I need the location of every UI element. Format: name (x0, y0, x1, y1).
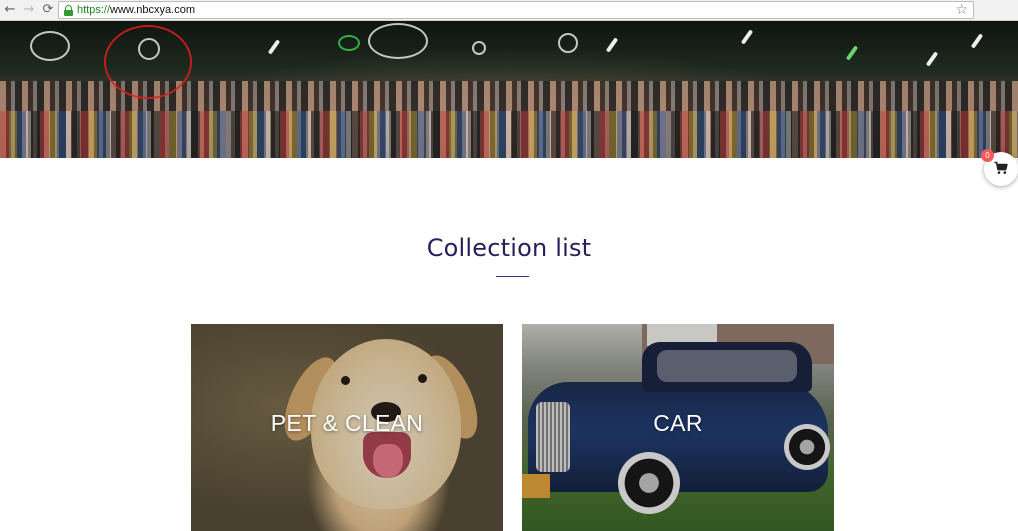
url-scheme: https:// (77, 4, 111, 16)
hero-banner-image (0, 21, 1018, 158)
hero-juggling-club (970, 33, 984, 49)
section-title: Collection list (426, 234, 592, 262)
forward-arrow-icon[interactable]: → (21, 2, 37, 18)
hero-hoop (338, 35, 360, 51)
hero-juggling-club (925, 51, 939, 67)
browser-toolbar: ← → ⟳ https://www.nbcxya.com ☆ (0, 0, 1018, 21)
hero-hoop (368, 23, 428, 59)
hero-hoop (472, 41, 486, 55)
collection-card-pet-clean[interactable]: PET & CLEAN (191, 324, 503, 531)
cart-button[interactable]: 0 (981, 149, 1018, 186)
shopping-cart-icon (994, 161, 1008, 174)
hero-hoop (138, 38, 160, 60)
title-divider (496, 276, 529, 277)
hero-hoop (558, 33, 578, 53)
lock-icon (64, 5, 73, 16)
hero-crowd-front (0, 111, 1018, 158)
address-bar[interactable]: https://www.nbcxya.com ☆ (58, 1, 974, 19)
url-text[interactable]: https://www.nbcxya.com (77, 3, 195, 17)
reload-icon[interactable]: ⟳ (40, 2, 56, 18)
hero-hoop (104, 25, 192, 99)
hero-juggling-club (845, 45, 859, 61)
hero-hoop (30, 31, 70, 61)
hero-juggling-club (740, 29, 754, 45)
collection-card-car[interactable]: CAR (522, 324, 834, 531)
url-host: www.nbcxya.com (110, 4, 196, 16)
collection-label: PET & CLEAN (270, 410, 424, 436)
collection-label: CAR (653, 410, 703, 436)
hero-juggling-club (267, 39, 281, 55)
cart-count-badge: 0 (981, 149, 994, 162)
back-arrow-icon[interactable]: ← (2, 2, 18, 18)
bookmark-star-icon[interactable]: ☆ (955, 2, 968, 18)
hero-juggling-club (605, 37, 619, 53)
